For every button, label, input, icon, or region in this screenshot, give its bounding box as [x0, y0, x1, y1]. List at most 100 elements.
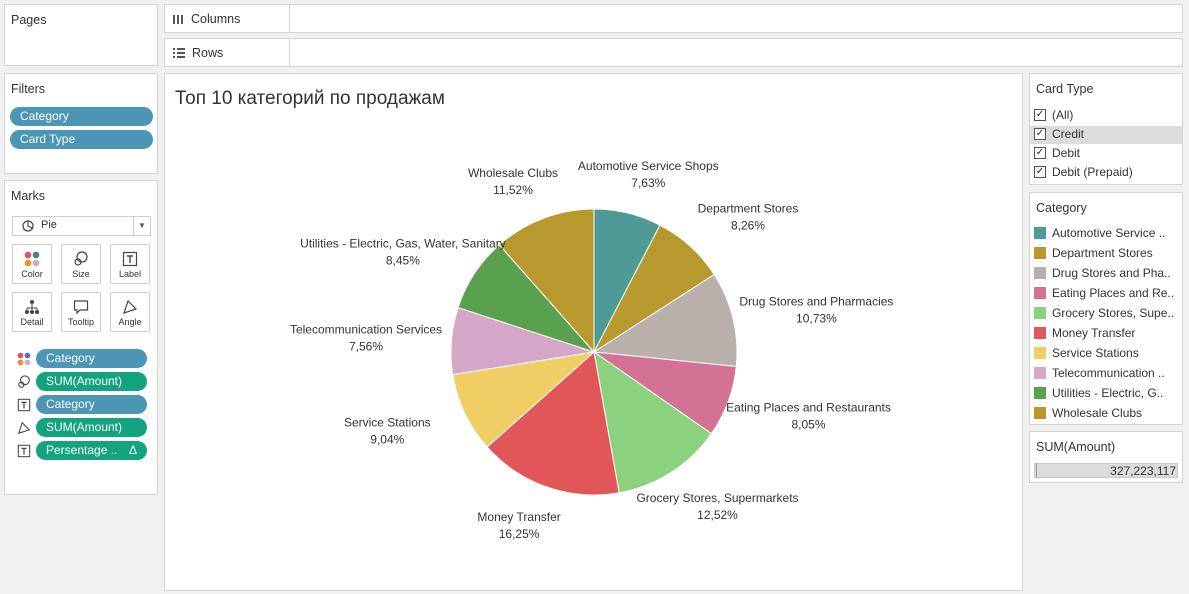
marks-angle-button[interactable]: Angle: [110, 292, 150, 332]
slice-category-label: Wholesale Clubs: [468, 166, 558, 180]
mark-field-category-label[interactable]: Category: [36, 395, 147, 414]
mark-field-sum-amount-angle[interactable]: SUM(Amount): [36, 418, 147, 437]
legend-swatch: [1034, 387, 1046, 399]
slice-value-label: 8,26%: [731, 219, 765, 233]
label-label: Label: [118, 269, 142, 279]
slice-category-label: Grocery Stores, Supermarkets: [636, 491, 798, 505]
slice-value-label: 7,56%: [349, 340, 383, 354]
legend-item[interactable]: Telecommunication ..: [1030, 365, 1182, 383]
slice-value-label: 10,73%: [796, 311, 837, 325]
mark-field-category-color[interactable]: Category: [36, 349, 147, 368]
legend-item[interactable]: Wholesale Clubs: [1030, 405, 1182, 423]
legend-swatch: [1034, 227, 1046, 239]
pie-chart: Automotive Service Shops 7,63% Department …: [290, 159, 893, 541]
legend-label: Telecommunication ..: [1052, 366, 1165, 380]
card-type-title: Card Type: [1036, 82, 1094, 96]
pages-title: Pages: [11, 13, 47, 27]
marks-detail-button[interactable]: Detail: [12, 292, 52, 332]
mark-type-dropdown[interactable]: Pie ▼: [12, 216, 151, 236]
size-icon: [18, 375, 30, 388]
legend-swatch: [1034, 347, 1046, 359]
slice-category-label: Department Stores: [698, 202, 799, 216]
slice-category-label: Money Transfer: [477, 510, 560, 524]
size-icon: [74, 251, 88, 266]
marks-tooltip-button[interactable]: Tooltip: [61, 292, 101, 332]
legend-swatch: [1034, 407, 1046, 419]
pages-card[interactable]: Pages: [4, 4, 158, 66]
slice-value-label: 8,05%: [791, 418, 825, 432]
legend-label: Automotive Service ..: [1052, 226, 1166, 240]
mark-type-value: Pie: [41, 219, 57, 231]
slice-category-label: Telecommunication Services: [290, 323, 442, 337]
legend-swatch: [1034, 307, 1046, 319]
sum-amount-legend[interactable]: SUM(Amount) 327,223,117: [1029, 431, 1183, 483]
legend-item[interactable]: Automotive Service ..: [1030, 225, 1182, 243]
size-label: Size: [72, 269, 90, 279]
slice-category-label: Service Stations: [344, 415, 431, 429]
size-range-marker: [1036, 463, 1037, 478]
checkbox-icon: ✓: [1034, 128, 1046, 140]
label-icon: [17, 444, 31, 458]
label-icon: [122, 251, 138, 267]
card-type-option-credit[interactable]: ✓ Credit: [1030, 126, 1182, 144]
persentage-pill-text: Persentage ..: [46, 443, 118, 457]
detail-icon: [25, 300, 39, 314]
card-type-filter[interactable]: Card Type ✓ (All) ✓ Credit ✓ Debit ✓ Deb…: [1029, 73, 1183, 185]
rows-label: Rows: [192, 45, 224, 60]
legend-item[interactable]: Department Stores: [1030, 245, 1182, 263]
category-legend-title: Category: [1036, 201, 1087, 215]
slice-value-label: 8,45%: [386, 254, 420, 268]
marks-title: Marks: [11, 189, 46, 203]
sum-amount-value: 327,223,117: [1110, 464, 1176, 478]
angle-icon: [123, 299, 138, 314]
marks-size-button[interactable]: Size: [61, 244, 101, 284]
legend-label: Wholesale Clubs: [1052, 406, 1143, 420]
marks-card[interactable]: Marks Pie ▼ Color Size Label Detail Tool…: [4, 180, 158, 495]
filters-title: Filters: [11, 82, 46, 96]
legend-item[interactable]: Grocery Stores, Supe..: [1030, 305, 1182, 323]
slice-value-label: 12,52%: [697, 508, 738, 522]
legend-label: Service Stations: [1052, 346, 1139, 360]
category-legend[interactable]: Category Automotive Service .. Department…: [1029, 192, 1183, 425]
slice-category-label: Eating Places and Restaurants: [726, 401, 891, 415]
legend-item[interactable]: Drug Stores and Pha..: [1030, 265, 1182, 283]
legend-item[interactable]: Service Stations: [1030, 345, 1182, 363]
card-type-option-all[interactable]: ✓ (All): [1030, 107, 1182, 125]
legend-swatch: [1034, 327, 1046, 339]
detail-label: Detail: [20, 317, 44, 327]
checkbox-icon: ✓: [1034, 166, 1046, 178]
filters-card[interactable]: Filters Category Card Type: [4, 73, 158, 174]
filter-pill-card-type[interactable]: Card Type: [10, 130, 153, 149]
card-type-option-debit[interactable]: ✓ Debit: [1030, 145, 1182, 163]
columns-shelf[interactable]: Columns: [164, 4, 1183, 33]
slice-value-label: 16,25%: [499, 527, 540, 541]
mark-field-sum-amount-size[interactable]: SUM(Amount): [36, 372, 147, 391]
angle-icon: [17, 421, 31, 435]
tooltip-label: Tooltip: [67, 317, 94, 327]
legend-label: Money Transfer: [1052, 326, 1136, 340]
legend-swatch: [1034, 367, 1046, 379]
marks-label-button[interactable]: Label: [110, 244, 150, 284]
columns-icon: [173, 15, 183, 24]
marks-color-button[interactable]: Color: [12, 244, 52, 284]
legend-label: Drug Stores and Pha..: [1052, 266, 1171, 280]
filter-pill-category[interactable]: Category: [10, 107, 153, 126]
legend-item[interactable]: Money Transfer: [1030, 325, 1182, 343]
color-icon: [17, 352, 31, 366]
columns-label: Columns: [191, 11, 241, 26]
card-type-option-debit-prepaid[interactable]: ✓ Debit (Prepaid): [1030, 164, 1182, 182]
legend-swatch: [1034, 287, 1046, 299]
legend-swatch: [1034, 267, 1046, 279]
slice-category-label: Drug Stores and Pharmacies: [739, 294, 893, 308]
chart-worksheet: Топ 10 категорий по продажам Automotive …: [164, 73, 1023, 591]
sum-amount-title: SUM(Amount): [1036, 440, 1116, 454]
mark-field-persentage-label[interactable]: Persentage .. Δ: [36, 441, 147, 460]
delta-icon: Δ: [128, 443, 137, 457]
legend-item[interactable]: Eating Places and Re..: [1030, 285, 1182, 303]
legend-item[interactable]: Utilities - Electric, G..: [1030, 385, 1182, 403]
rows-shelf[interactable]: Rows: [164, 38, 1183, 67]
slice-category-label: Automotive Service Shops: [578, 159, 719, 173]
slice-category-label: Utilities - Electric, Gas, Water, Sanita…: [300, 237, 506, 251]
legend-label: Utilities - Electric, G..: [1052, 386, 1164, 400]
slice-value-label: 11,52%: [493, 183, 533, 197]
